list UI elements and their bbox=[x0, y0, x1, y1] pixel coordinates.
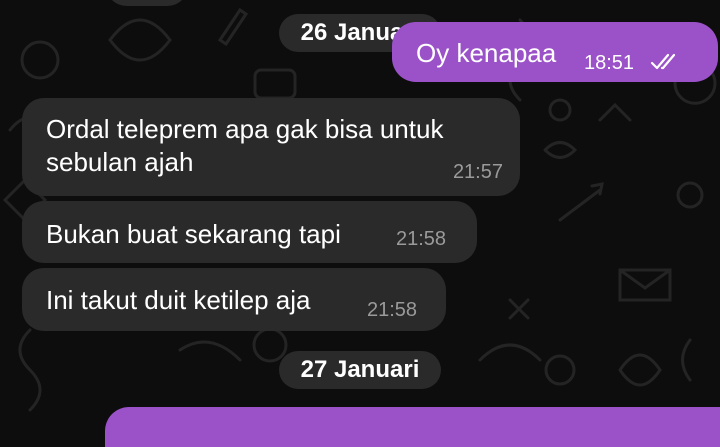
message-text: Oy kenapaa bbox=[416, 38, 557, 68]
double-check-icon bbox=[650, 53, 676, 70]
incoming-message-bubble[interactable]: Ini takut duit ketilep aja 21:58 bbox=[22, 268, 446, 331]
message-time: 21:58 bbox=[367, 299, 418, 321]
message-text-line: sebulan ajah bbox=[46, 147, 194, 177]
message-time: 21:57 bbox=[452, 161, 503, 183]
previous-message-bubble[interactable] bbox=[105, 0, 189, 6]
date-separator: 27 Januari bbox=[279, 351, 441, 389]
incoming-message-bubble[interactable]: Ordal teleprem apa gak bisa untuk sebula… bbox=[22, 98, 520, 196]
incoming-message-bubble[interactable]: Bukan buat sekarang tapi 21:58 bbox=[22, 201, 477, 263]
message-text: Bukan buat sekarang tapi bbox=[46, 219, 341, 249]
message-text: Ini takut duit ketilep aja bbox=[46, 285, 311, 315]
next-message-bubble[interactable] bbox=[105, 407, 720, 447]
message-text-line: Ordal teleprem apa gak bisa untuk bbox=[46, 114, 444, 144]
outgoing-message-bubble[interactable]: Oy kenapaa 18:51 bbox=[392, 22, 718, 82]
message-time: 21:58 bbox=[396, 228, 447, 250]
message-time: 18:51 bbox=[584, 52, 635, 74]
